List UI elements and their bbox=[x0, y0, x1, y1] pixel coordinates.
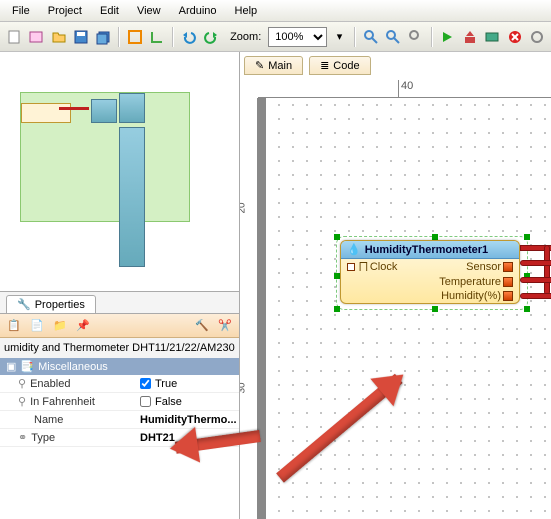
minus-icon: ▣ bbox=[6, 360, 16, 373]
prop-fahrenheit-value: False bbox=[155, 396, 182, 408]
property-row-fahrenheit[interactable]: ⚲ In Fahrenheit False bbox=[0, 393, 239, 411]
menu-arduino[interactable]: Arduino bbox=[171, 3, 225, 19]
prop-fahrenheit-checkbox[interactable] bbox=[140, 396, 151, 407]
prop-name-label: Name bbox=[34, 414, 63, 426]
properties-tab-bar: 🔧 Properties bbox=[0, 292, 239, 314]
redo-icon[interactable] bbox=[202, 27, 221, 47]
ruler-v-30: 30 bbox=[240, 382, 248, 393]
prop-copy-icon[interactable]: 📋 bbox=[4, 316, 24, 336]
tab-code[interactable]: ≣ Code bbox=[309, 56, 371, 75]
canvas-area[interactable]: ✎ Main ≣ Code 40 20 30 💧 bbox=[240, 52, 551, 519]
component-title-text: HumidityThermometer1 bbox=[365, 244, 488, 256]
vertical-ruler: 20 30 bbox=[240, 98, 258, 519]
component-title-bar[interactable]: 💧 HumidityThermometer1 bbox=[341, 241, 519, 259]
pin-sensor[interactable]: Sensor bbox=[466, 260, 513, 274]
menu-help[interactable]: Help bbox=[227, 3, 266, 19]
open-icon[interactable] bbox=[49, 27, 68, 47]
prop-enabled-value: True bbox=[155, 378, 177, 390]
link-icon: ⚭ bbox=[18, 431, 27, 444]
tab-main[interactable]: ✎ Main bbox=[244, 56, 303, 75]
property-group-misc[interactable]: ▣ 📑 Miscellaneous bbox=[0, 358, 239, 375]
zoom-in-icon[interactable] bbox=[361, 27, 380, 47]
properties-tab[interactable]: 🔧 Properties bbox=[6, 295, 96, 313]
pin-temperature-label: Temperature bbox=[439, 276, 501, 288]
connector-icon[interactable] bbox=[148, 27, 167, 47]
menu-bar: File Project Edit View Arduino Help bbox=[0, 0, 551, 22]
wire-hum bbox=[520, 293, 551, 299]
pin-icon: ⚲ bbox=[18, 377, 26, 390]
run-icon[interactable] bbox=[438, 27, 457, 47]
pin-humidity-label: Humidity(%) bbox=[441, 290, 501, 302]
prop-name-value: HumidityThermo... bbox=[140, 414, 237, 426]
diagram-icon[interactable] bbox=[125, 27, 144, 47]
list-icon: 📑 bbox=[20, 360, 34, 373]
pin-humidity[interactable]: Humidity(%) bbox=[441, 290, 513, 302]
property-row-enabled[interactable]: ⚲ Enabled True bbox=[0, 375, 239, 393]
property-group-label: Miscellaneous bbox=[38, 361, 108, 373]
settings-icon[interactable] bbox=[527, 27, 546, 47]
wire-temp bbox=[520, 277, 551, 283]
wire-sensor bbox=[520, 260, 551, 266]
zoom-dropdown-icon[interactable]: ▾ bbox=[330, 27, 349, 47]
menu-edit[interactable]: Edit bbox=[92, 3, 127, 19]
tab-code-label: Code bbox=[333, 60, 359, 72]
pin-icon: ⚲ bbox=[18, 395, 26, 408]
property-row-name[interactable]: Name HumidityThermo... bbox=[0, 411, 239, 429]
ruler-v-20: 20 bbox=[240, 202, 248, 213]
new-icon[interactable] bbox=[4, 27, 23, 47]
property-object-title: umidity and Thermometer DHT11/21/22/AM23… bbox=[0, 338, 239, 358]
zoom-label: Zoom: bbox=[230, 31, 261, 43]
zoom-fit-icon[interactable] bbox=[406, 27, 425, 47]
stop-icon[interactable] bbox=[505, 27, 524, 47]
save-all-icon[interactable] bbox=[94, 27, 113, 47]
prop-paste-icon[interactable]: 📄 bbox=[27, 316, 47, 336]
component-humidity-thermometer[interactable]: 💧 HumidityThermometer1 ⨅Clock Sensor Tem… bbox=[340, 240, 520, 304]
prop-pin-icon[interactable]: 📌 bbox=[73, 316, 93, 336]
prop-enabled-label: Enabled bbox=[30, 378, 70, 390]
canvas-edge-shadow bbox=[258, 98, 266, 519]
undo-icon[interactable] bbox=[179, 27, 198, 47]
properties-tab-label: Properties bbox=[35, 299, 85, 311]
wrench-icon: 🔧 bbox=[17, 298, 31, 311]
menu-view[interactable]: View bbox=[129, 3, 169, 19]
prop-tool2-icon[interactable]: ✂️ bbox=[215, 316, 235, 336]
upload-icon[interactable] bbox=[460, 27, 479, 47]
properties-toolbar: 📋 📄 📁 📌 🔨 ✂️ bbox=[0, 314, 239, 338]
pin-sensor-label: Sensor bbox=[466, 261, 501, 273]
droplet-icon: 💧 bbox=[347, 243, 361, 256]
prop-fahrenheit-label: In Fahrenheit bbox=[30, 396, 95, 408]
prop-folder-icon[interactable]: 📁 bbox=[50, 316, 70, 336]
board-icon[interactable] bbox=[483, 27, 502, 47]
new-project-icon[interactable] bbox=[26, 27, 45, 47]
pin-clock-label: Clock bbox=[370, 261, 398, 273]
menu-project[interactable]: Project bbox=[40, 3, 90, 19]
wire-top-v bbox=[544, 245, 550, 295]
property-grid: ⚲ Enabled True ⚲ In Fahrenheit False Name … bbox=[0, 375, 239, 447]
prop-tool1-icon[interactable]: 🔨 bbox=[192, 316, 212, 336]
prop-type-label: Type bbox=[31, 432, 55, 444]
tab-main-label: Main bbox=[268, 60, 292, 72]
pin-temperature[interactable]: Temperature bbox=[439, 276, 513, 288]
code-icon: ≣ bbox=[320, 59, 329, 72]
main-toolbar: Zoom: 100% ▾ bbox=[0, 22, 551, 52]
pin-clock[interactable]: ⨅Clock bbox=[347, 260, 397, 274]
ruler-h-40: 40 bbox=[398, 80, 413, 98]
zoom-select[interactable]: 100% bbox=[268, 27, 327, 47]
save-icon[interactable] bbox=[71, 27, 90, 47]
menu-file[interactable]: File bbox=[4, 3, 38, 19]
prop-enabled-checkbox[interactable] bbox=[140, 378, 151, 389]
horizontal-ruler: 40 bbox=[258, 80, 551, 98]
overview-pane[interactable] bbox=[0, 52, 239, 292]
pencil-icon: ✎ bbox=[255, 59, 264, 72]
zoom-out-icon[interactable] bbox=[384, 27, 403, 47]
